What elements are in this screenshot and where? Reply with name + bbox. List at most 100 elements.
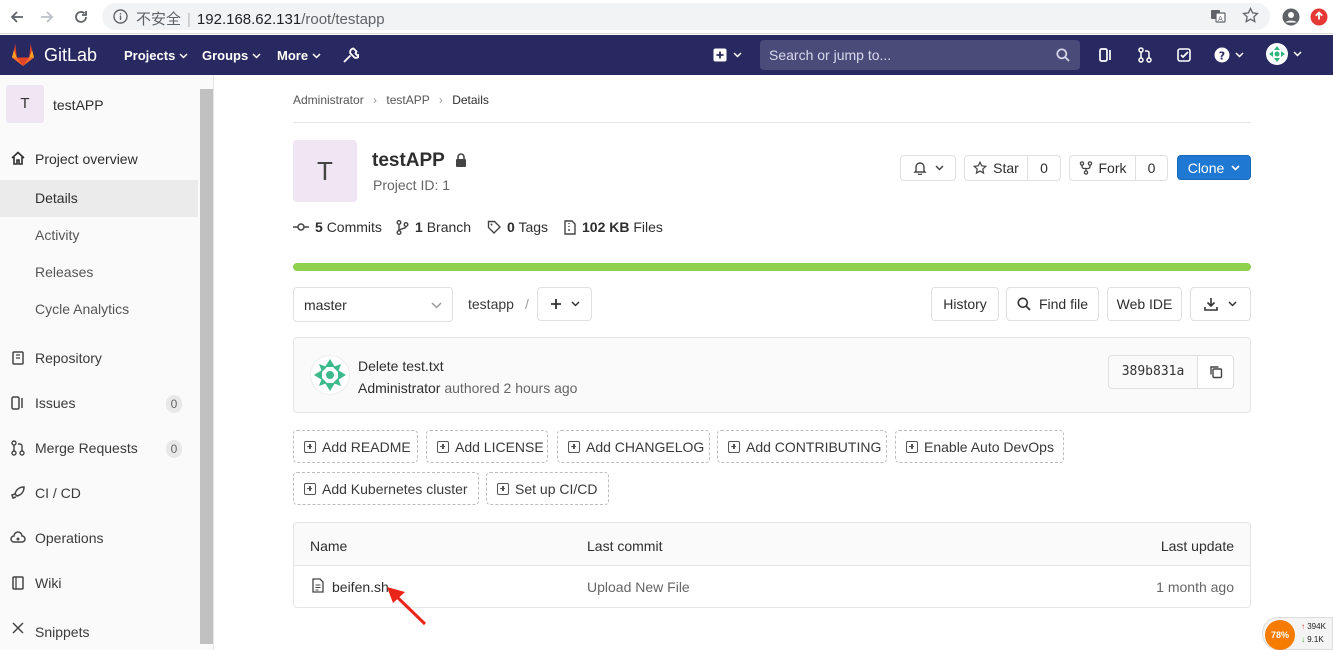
user-menu[interactable] [1264,43,1304,65]
sidebar-item-label: Repository [35,350,102,366]
star-count[interactable]: 0 [1027,155,1061,181]
commit-title-link[interactable]: Delete test.txt [358,358,444,374]
gitlab-logo-icon[interactable] [10,43,36,67]
new-item-dropdown[interactable] [710,45,744,65]
commit-author-avatar[interactable] [310,355,350,395]
add-contributing-button[interactable]: Add CONTRIBUTING [717,430,887,463]
gitlab-brand[interactable]: GitLab [44,45,97,66]
info-icon[interactable] [113,9,128,24]
fork-button[interactable]: Fork [1069,155,1136,181]
reload-icon[interactable] [70,6,92,28]
todo-panel-icon[interactable] [1096,45,1116,65]
sidebar-item-ci-cd[interactable]: CI / CD [0,473,198,513]
breadcrumb: Administrator › testAPP › Details [293,93,489,107]
add-readme-button[interactable]: Add README [293,430,418,463]
network-speed-widget[interactable]: 78% ↑ 394K ↓ 9.1K [1262,617,1333,650]
history-button[interactable]: History [931,287,999,321]
enable-auto-devops-button[interactable]: Enable Auto DevOps [895,430,1064,463]
sidebar-project-avatar[interactable]: T [6,85,44,123]
file-name-link[interactable]: beifen.sh [332,579,389,595]
upload-speed: ↑ 394K [1301,622,1326,631]
stat-branch[interactable]: 1 Branch [396,219,471,235]
commit-author-link[interactable]: Administrator [358,380,440,396]
back-icon[interactable] [6,6,28,28]
file-last-commit-link[interactable]: Upload New File [587,579,690,595]
sidebar-item-issues[interactable]: Issues 0 [0,383,198,423]
clone-dropdown[interactable]: Clone [1177,155,1251,180]
breadcrumb-administrator[interactable]: Administrator [293,93,364,107]
book-icon [12,351,24,365]
search-input[interactable] [760,40,1050,70]
find-file-label: Find file [1038,296,1089,312]
bookmark-star-icon[interactable] [1242,7,1259,24]
column-header-name: Name [310,538,348,554]
download-speed: ↓ 9.1K [1301,635,1324,644]
bell-icon [912,162,927,175]
todos-check-icon[interactable] [1174,45,1194,65]
commit-meta: Administrator authored 2 hours ago [358,380,577,396]
notification-dropdown[interactable] [900,155,956,181]
sidebar-item-wiki[interactable]: Wiki [0,563,198,603]
sidebar-item-label: Issues [35,395,76,411]
stat-files[interactable]: 102 KB Files [564,219,663,235]
download-dropdown[interactable] [1190,287,1251,321]
breadcrumb-details[interactable]: Details [452,93,489,107]
plus-square-icon [304,440,316,453]
help-dropdown[interactable]: ? [1212,45,1246,65]
admin-wrench-icon[interactable] [340,45,360,65]
sidebar-subitem-releases[interactable]: Releases [0,254,198,291]
fork-count[interactable]: 0 [1135,155,1168,181]
file-last-update: 1 month ago [1156,579,1234,595]
column-header-last-update: Last update [1160,538,1234,554]
tags-count: 0 [507,219,515,235]
sidebar-subitem-cycle-analytics[interactable]: Cycle Analytics [0,291,198,328]
nav-groups[interactable]: Groups [202,48,261,63]
address-bar[interactable]: 不安全 | 192.168.62.131/root/testapp A [102,3,1270,30]
forward-icon[interactable] [36,6,58,28]
copy-sha-button[interactable] [1197,355,1234,389]
table-header: Name Last commit Last update [294,523,1250,566]
add-kubernetes-cluster-button[interactable]: Add Kubernetes cluster [293,472,479,505]
url-separator: | [187,11,191,28]
sidebar-subitem-details[interactable]: Details [0,180,198,217]
sidebar-item-label: Operations [35,530,104,546]
set-up-ci-cd-button[interactable]: Set up CI/CD [486,472,609,505]
svg-text:A: A [1218,15,1223,23]
profile-icon[interactable] [1280,6,1302,28]
sidebar-item-project-overview[interactable]: Project overview [0,138,198,180]
sidebar-item-repository[interactable]: Repository [0,338,198,378]
nav-more[interactable]: More [277,48,321,63]
add-to-tree-dropdown[interactable] [537,287,592,321]
breadcrumb-chevron-icon: › [373,93,378,107]
chevron-down-icon [431,302,442,309]
sidebar-project-name[interactable]: testAPP [53,97,104,113]
sidebar-scrollbar[interactable] [200,89,213,644]
sidebar-item-label: Wiki [35,575,62,591]
update-icon[interactable] [1308,6,1330,28]
chevron-down-icon [1228,301,1237,307]
branch-select[interactable]: master [293,287,453,322]
repo-path-root[interactable]: testapp [468,296,514,312]
translate-icon[interactable]: A [1210,8,1226,24]
nav-projects[interactable]: Projects [124,48,188,63]
sidebar-item-operations[interactable]: Operations [0,518,198,558]
commit-sha-label[interactable]: 389b831a [1108,355,1198,389]
files-size: 102 KB [582,219,630,235]
table-row[interactable]: beifen.sh Upload New File 1 month ago [294,566,1250,607]
sidebar-subitem-activity[interactable]: Activity [0,217,198,254]
web-ide-button[interactable]: Web IDE [1107,287,1182,321]
search-icon[interactable] [1056,48,1070,62]
add-changelog-button[interactable]: Add CHANGELOG [557,430,710,463]
stat-commits[interactable]: 5 Commits [293,219,382,235]
search-box[interactable] [760,40,1080,70]
sidebar-item-snippets[interactable]: Snippets [0,608,198,650]
url-text[interactable]: 不安全 | 192.168.62.131/root/testapp [136,8,385,29]
star-button[interactable]: Star [964,155,1028,181]
commit-authored-time: authored 2 hours ago [444,380,578,396]
sidebar-item-merge-requests[interactable]: Merge Requests 0 [0,428,198,468]
breadcrumb-testapp[interactable]: testAPP [386,93,429,107]
merge-requests-icon[interactable] [1135,45,1155,65]
stat-tags[interactable]: 0 Tags [487,219,548,235]
find-file-button[interactable]: Find file [1006,287,1099,321]
add-license-button[interactable]: Add LICENSE [426,430,548,463]
